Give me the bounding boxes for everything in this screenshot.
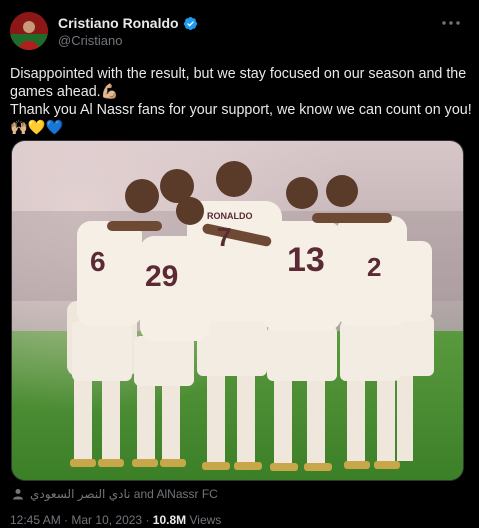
tweet-photo[interactable]: 6 29 7 13 2 RONALDO bbox=[11, 140, 464, 481]
jersey-name: RONALDO bbox=[207, 211, 253, 221]
tweet-meta: 12:45 AM · Mar 10, 2023 · 10.8M Views bbox=[10, 513, 221, 527]
author-name-row: Cristiano Ronaldo bbox=[58, 15, 198, 31]
tagged-text[interactable]: نادي النصر السعودي and AlNassr FC bbox=[30, 487, 218, 501]
views-label: Views bbox=[189, 513, 222, 527]
author-handle[interactable]: @Cristiano bbox=[58, 33, 123, 48]
tweet-header: Cristiano Ronaldo @Cristiano bbox=[10, 12, 470, 52]
tweet-line: Thank you Al Nassr fans for your support… bbox=[10, 102, 472, 118]
person-icon bbox=[13, 489, 23, 500]
meta-separator: · bbox=[145, 513, 150, 527]
jersey-number: 6 bbox=[90, 246, 106, 277]
tweet-time[interactable]: 12:45 AM bbox=[10, 513, 61, 527]
tweet-line: 🙌🏼💛💙 bbox=[10, 120, 64, 136]
more-options-button[interactable] bbox=[440, 14, 462, 32]
jersey-number: 29 bbox=[145, 260, 178, 293]
tweet-line: Disappointed with the result, but we sta… bbox=[10, 66, 467, 100]
avatar[interactable] bbox=[10, 12, 48, 50]
meta-separator: · bbox=[64, 513, 69, 527]
jersey-number: 7 bbox=[217, 222, 231, 252]
tagged-users[interactable]: نادي النصر السعودي and AlNassr FC bbox=[12, 487, 218, 501]
more-icon bbox=[442, 21, 460, 25]
tweet-text: Disappointed with the result, but we sta… bbox=[10, 65, 472, 137]
author-name[interactable]: Cristiano Ronaldo bbox=[58, 15, 179, 31]
verified-badge-icon bbox=[183, 16, 197, 30]
team-huddle-photo: 6 29 7 13 2 RONALDO bbox=[12, 141, 463, 480]
jersey-number: 2 bbox=[367, 252, 381, 282]
jersey-number: 13 bbox=[287, 241, 325, 279]
tweet-date[interactable]: Mar 10, 2023 bbox=[71, 513, 142, 527]
views-count: 10.8M bbox=[152, 513, 187, 527]
